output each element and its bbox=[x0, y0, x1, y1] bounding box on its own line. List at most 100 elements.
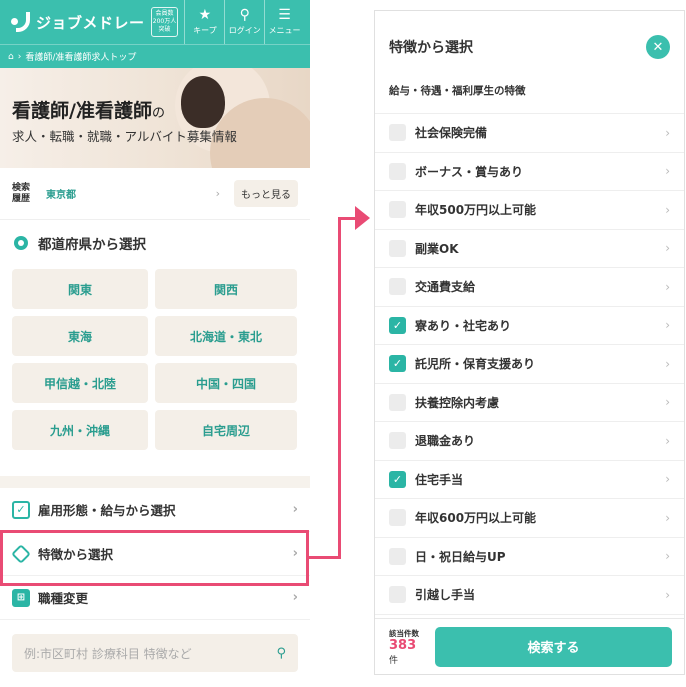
page-title-suffix: の bbox=[151, 106, 165, 121]
chevron-right-icon: › bbox=[665, 125, 670, 140]
search-placeholder: 例:市区町村 診療科目 特徴など bbox=[24, 646, 192, 661]
history-item-link[interactable]: 東京都 bbox=[46, 186, 216, 201]
feature-select-modal: 特徴から選択 ✕ 給与・待遇・福利厚生の特徴 社会保険完備 › ボーナス・賞与あり ›… bbox=[374, 10, 685, 675]
home-icon[interactable]: ⌂ bbox=[8, 52, 14, 62]
chevron-right-icon: › bbox=[665, 202, 670, 217]
region-button-kyushu-okinawa[interactable]: 九州・沖縄 bbox=[12, 410, 148, 450]
feature-item[interactable]: ✓ 住宅手当 › bbox=[375, 461, 684, 499]
result-count-value: 383 bbox=[389, 637, 417, 653]
feature-item-label: 託児所・保育支援あり bbox=[415, 357, 536, 372]
menu-employment-label: 雇用形態・給与から選択 bbox=[38, 503, 176, 518]
page-title-main: 看護師/准看護師 bbox=[12, 100, 152, 122]
region-button-koshinetsu-hokuriku[interactable]: 甲信越・北陸 bbox=[12, 363, 148, 403]
members-badge: 会員数 200万人 突破 bbox=[150, 7, 179, 37]
feature-item-label: 日・祝日給与UP bbox=[415, 549, 506, 564]
search-button[interactable]: 検索する bbox=[435, 626, 672, 667]
checkbox-checked[interactable]: ✓ bbox=[389, 316, 406, 334]
breadcrumb-separator-icon: › bbox=[17, 51, 22, 62]
feature-item-label: 社会保険完備 bbox=[415, 126, 488, 141]
checkbox-checked[interactable]: ✓ bbox=[389, 355, 406, 373]
feature-item[interactable]: 扶養控除内考慮 › bbox=[375, 384, 684, 422]
result-count-unit: 件 bbox=[389, 655, 399, 666]
keep-button[interactable]: ★ キープ bbox=[184, 0, 224, 44]
feature-item[interactable]: ✓ 寮あり・社宅あり › bbox=[375, 307, 684, 345]
search-history-row: 検索 履歴 東京都 › もっと見る bbox=[0, 168, 310, 220]
logo-text[interactable]: ジョブメドレー bbox=[36, 12, 145, 33]
hero-banner: 看護師/准看護師の 求人・転職・就職・アルバイト募集情報 bbox=[0, 68, 310, 168]
hero-photo-hair bbox=[181, 76, 225, 128]
feature-item[interactable]: ✓ 託児所・保育支援あり › bbox=[375, 345, 684, 384]
close-button[interactable]: ✕ bbox=[646, 35, 670, 59]
chevron-right-icon: › bbox=[665, 433, 670, 448]
region-button-chugoku-shikoku[interactable]: 中国・四国 bbox=[155, 363, 297, 403]
checkbox[interactable] bbox=[389, 278, 406, 296]
feature-item[interactable]: 退職金あり › bbox=[375, 422, 684, 461]
feature-item[interactable]: 社会保険完備 › bbox=[375, 114, 684, 153]
region-button-kanto[interactable]: 関東 bbox=[12, 269, 148, 309]
chevron-right-icon: › bbox=[665, 510, 670, 525]
key-icon: ⚲ bbox=[239, 7, 250, 23]
chevron-right-icon: › bbox=[665, 549, 670, 564]
hamburger-icon: ☰ bbox=[278, 7, 291, 23]
feature-item[interactable]: 引越し手当 › bbox=[375, 576, 684, 615]
search-input[interactable]: 例:市区町村 診療科目 特徴など ⚲ bbox=[12, 634, 298, 672]
chevron-right-icon: › bbox=[665, 472, 670, 487]
feature-item[interactable]: 年収600万円以上可能 › bbox=[375, 499, 684, 538]
feature-item-label: 寮あり・社宅あり bbox=[415, 318, 512, 333]
history-label-line1: 検索 bbox=[12, 182, 31, 193]
checkbox[interactable] bbox=[389, 239, 406, 257]
checkbox[interactable] bbox=[389, 509, 406, 527]
checkbox-checked[interactable]: ✓ bbox=[389, 470, 406, 488]
checkbox[interactable] bbox=[389, 124, 406, 142]
checkbox[interactable] bbox=[389, 201, 406, 219]
feature-item[interactable]: 日・祝日給与UP › bbox=[375, 538, 684, 576]
chevron-right-icon: › bbox=[665, 279, 670, 294]
logo-icon[interactable] bbox=[8, 9, 32, 35]
section-divider bbox=[0, 476, 310, 488]
checkbox-icon: ✓ bbox=[12, 500, 30, 519]
chevron-right-icon: › bbox=[215, 187, 220, 200]
checkbox[interactable] bbox=[389, 432, 406, 450]
top-header: ジョブメドレー 会員数 200万人 突破 ★ キープ ⚲ ログイン ☰ メニュー bbox=[0, 0, 310, 44]
breadcrumb-current: 看護師/准看護師求人トップ bbox=[25, 53, 137, 63]
modal-title: 特徴から選択 bbox=[389, 40, 473, 56]
feature-item-label: 年収600万円以上可能 bbox=[415, 511, 537, 526]
region-button-hokkaido-tohoku[interactable]: 北海道・東北 bbox=[155, 316, 297, 356]
connector-line bbox=[338, 218, 341, 559]
breadcrumb: ⌂ › 看護師/准看護師求人トップ bbox=[0, 44, 310, 68]
prefecture-title-text: 都道府県から選択 bbox=[38, 237, 146, 253]
feature-item[interactable]: ボーナス・賞与あり › bbox=[375, 153, 684, 191]
login-label: ログイン bbox=[228, 26, 261, 35]
checkbox[interactable] bbox=[389, 393, 406, 411]
feature-item[interactable]: 交通費支給 › bbox=[375, 268, 684, 307]
feature-list: 社会保険完備 › ボーナス・賞与あり › 年収500万円以上可能 › 副業OK › 交通費支給 ›… bbox=[375, 113, 684, 615]
region-button-near-home[interactable]: 自宅周辺 bbox=[155, 410, 297, 450]
arrow-right-icon bbox=[355, 206, 370, 230]
search-icon[interactable]: ⚲ bbox=[276, 646, 286, 661]
modal-footer: 該当件数 383 件 検索する bbox=[375, 618, 684, 674]
chevron-right-icon: › bbox=[665, 241, 670, 256]
region-grid: 関東 関西 東海 北海道・東北 甲信越・北陸 中国・四国 九州・沖縄 自宅周辺 bbox=[0, 269, 310, 450]
result-count-label: 該当件数 bbox=[389, 628, 419, 638]
page-title: 看護師/准看護師の bbox=[12, 96, 165, 123]
feature-item[interactable]: 年収500万円以上可能 › bbox=[375, 191, 684, 230]
region-button-kansai[interactable]: 関西 bbox=[155, 269, 297, 309]
show-more-button[interactable]: もっと見る bbox=[234, 180, 298, 207]
highlight-frame bbox=[0, 530, 309, 586]
close-icon: ✕ bbox=[652, 39, 664, 55]
feature-item[interactable]: 副業OK › bbox=[375, 230, 684, 268]
checkbox[interactable] bbox=[389, 162, 406, 180]
members-badge-line2: 200万人 bbox=[152, 18, 177, 25]
menu-button[interactable]: ☰ メニュー bbox=[264, 0, 304, 44]
members-badge-line3: 突破 bbox=[158, 26, 171, 33]
checkbox[interactable] bbox=[389, 586, 406, 604]
feature-item-label: 引越し手当 bbox=[415, 588, 476, 603]
region-button-tokai[interactable]: 東海 bbox=[12, 316, 148, 356]
prefecture-section-title: 都道府県から選択 bbox=[0, 220, 310, 266]
star-icon: ★ bbox=[198, 7, 212, 23]
connector-line bbox=[309, 556, 341, 559]
checkbox[interactable] bbox=[389, 547, 406, 565]
chevron-right-icon: › bbox=[665, 356, 670, 371]
menu-row-employment[interactable]: ✓ 雇用形態・給与から選択 › bbox=[0, 488, 310, 532]
login-button[interactable]: ⚲ ログイン bbox=[224, 0, 264, 44]
